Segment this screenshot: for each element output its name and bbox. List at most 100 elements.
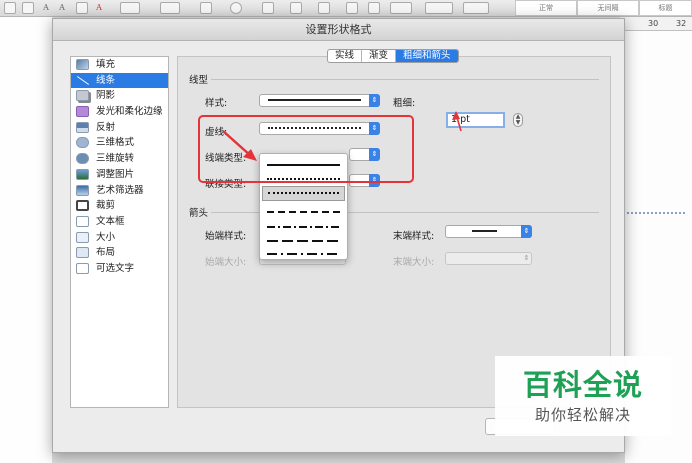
sidebar-item-adjust-picture[interactable]: 调整图片 [71,167,168,183]
chevron-updown-icon: ⇕ [369,94,380,107]
size-icon [76,231,89,243]
dash-type-select[interactable]: ⇕ [259,122,380,135]
shading-icon[interactable] [425,2,453,14]
font-smaller-icon[interactable]: A [56,1,68,15]
dash-type-preview [268,127,361,129]
cap-type-label: 线端类型: [205,153,247,164]
align-left-icon[interactable] [262,2,274,14]
cap-type-select[interactable]: ⇕ [349,148,380,161]
dash-preview-round-dot [267,178,340,180]
dash-preview-dash [267,211,340,213]
tab-bar: 实线 渐变 粗细和箭头 [327,49,459,63]
sidebar-item-label: 发光和柔化边缘 [96,106,163,118]
weight-input[interactable]: 1 pt [446,112,505,128]
dash-preview-square-dot [268,192,339,194]
adjust-picture-icon [76,168,89,180]
dash-preview-long-dash [267,240,340,242]
sidebar-item-glow[interactable]: 发光和柔化边缘 [71,104,168,120]
distribute-icon[interactable] [368,2,380,14]
highlight-icon[interactable] [120,2,140,14]
chevron-updown-icon: ⇕ [521,225,532,238]
sidebar-item-fill[interactable]: 填充 [71,57,168,73]
sidebar-item-alt-text[interactable]: 可选文字 [71,261,168,277]
sidebar-item-label: 三维旋转 [96,153,135,165]
category-sidebar: 填充 线条 阴影 发光和柔化边缘 反射 三维格式 三维旋转 调整图片 艺术筛选器… [70,56,169,408]
tab-weight-arrows[interactable]: 粗细和箭头 [396,50,458,62]
dash-preview-solid [267,164,340,166]
end-style-select[interactable]: ⇕ [445,225,532,238]
align-center-icon[interactable] [290,2,302,14]
line-style-select[interactable]: ⇕ [259,94,380,107]
spelling-icon[interactable] [22,2,34,14]
document-dashed-line-shape[interactable] [627,212,685,214]
sidebar-item-label: 阴影 [96,90,116,102]
text-effect-icon[interactable] [160,2,180,14]
shadow-icon [76,90,89,102]
sidebar-item-label: 大小 [96,231,116,243]
textbox-icon [76,215,89,227]
dash-option-round-dot[interactable] [262,172,345,187]
borders-icon[interactable] [463,2,489,14]
glow-icon [76,106,89,118]
font-color-icon[interactable]: A [93,1,105,15]
join-type-label: 联接类型: [205,179,247,190]
watermark-subtitle: 助你轻松解决 [534,406,631,424]
3d-rotation-icon [76,153,89,165]
layout-icon [76,247,89,259]
tab-solid[interactable]: 实线 [328,50,363,62]
dialog-title: 设置形状格式 [53,19,624,41]
line-spacing-icon[interactable] [390,2,412,14]
dash-option-square-dot[interactable] [262,186,345,201]
char-border-icon[interactable] [200,2,212,14]
style-normal[interactable]: 正常 [515,0,577,16]
chevron-updown-icon: ⇕ [369,174,380,187]
dash-type-dropdown [259,153,348,260]
weight-label: 粗细: [393,98,416,109]
sidebar-item-label: 布局 [96,247,116,259]
sidebar-item-layout[interactable]: 布局 [71,245,168,261]
sidebar-item-label: 三维格式 [96,137,135,149]
join-type-select[interactable]: ⇕ [349,174,380,187]
style-heading[interactable]: 标题 [639,0,692,16]
group-divider [211,79,599,80]
dash-option-dash[interactable] [262,205,345,220]
format-painter-icon[interactable] [4,2,16,14]
artistic-filter-icon [76,184,89,196]
justify-icon[interactable] [346,2,358,14]
sidebar-item-reflection[interactable]: 反射 [71,120,168,136]
sidebar-item-artistic-filter[interactable]: 艺术筛选器 [71,183,168,199]
chevron-updown-icon: ⇕ [369,148,380,161]
sidebar-item-size[interactable]: 大小 [71,230,168,246]
dash-option-long-dash-dot[interactable] [262,247,345,262]
sidebar-item-line[interactable]: 线条 [71,72,168,89]
dash-label: 虚线: [205,127,228,138]
sidebar-item-label: 填充 [96,59,116,70]
document-page-left [0,17,52,463]
dash-preview-dash-dot [267,226,340,228]
sidebar-item-label: 裁剪 [96,200,116,212]
tab-gradient[interactable]: 渐变 [362,50,397,62]
end-size-label: 末端大小: [393,257,435,268]
enclosed-char-icon[interactable] [230,2,242,14]
clear-format-icon[interactable] [76,2,88,14]
sidebar-item-3d-rotation[interactable]: 三维旋转 [71,151,168,167]
sidebar-item-label: 反射 [96,121,116,133]
line-icon [76,75,89,86]
app-toolbar: A A A 正常 无间隔 标题 [0,0,692,17]
sidebar-item-crop[interactable]: 裁剪 [71,198,168,214]
end-style-preview [472,230,497,232]
sidebar-item-shadow[interactable]: 阴影 [71,88,168,104]
watermark-title: 百科全说 [522,368,643,402]
dash-option-solid[interactable] [262,158,345,173]
line-style-preview [268,99,361,101]
sidebar-item-textbox[interactable]: 文本框 [71,214,168,230]
reflection-icon [76,121,89,133]
sidebar-item-label: 文本框 [96,215,125,227]
sidebar-item-3d-format[interactable]: 三维格式 [71,135,168,151]
dash-option-dash-dot[interactable] [262,220,345,235]
weight-stepper[interactable]: ▲ ▼ [513,113,523,127]
sidebar-item-label: 调整图片 [96,168,135,180]
align-right-icon[interactable] [318,2,330,14]
style-no-spacing[interactable]: 无间隔 [577,0,639,16]
font-larger-icon[interactable]: A [40,1,52,15]
